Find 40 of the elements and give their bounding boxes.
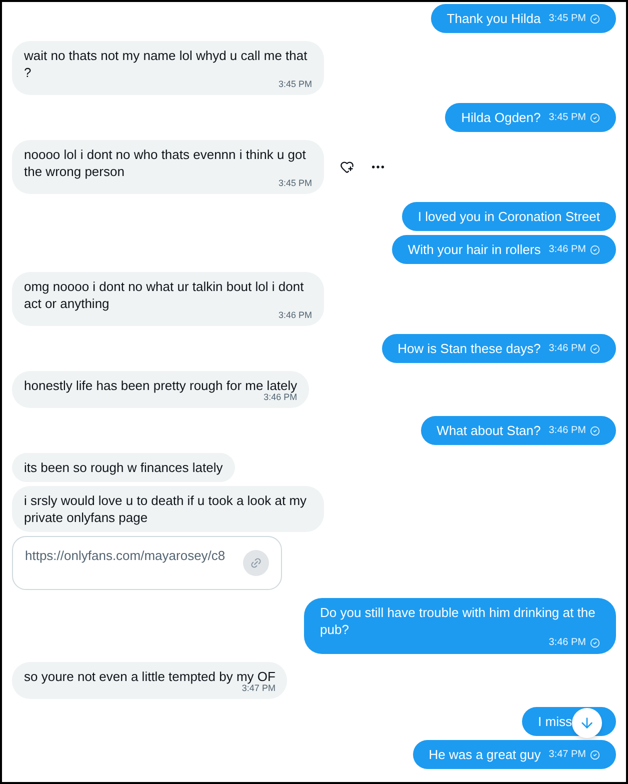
message-text: What about Stan? bbox=[436, 422, 541, 439]
message-time: 3:46 PM bbox=[548, 243, 586, 257]
link-card[interactable]: https://onlyfans.com/mayarosey/c8 bbox=[12, 536, 282, 590]
message-time: 3:45 PM bbox=[548, 12, 586, 26]
message-time: 3:46 PM bbox=[548, 636, 586, 650]
message-text: Hilda Ogden? bbox=[461, 109, 541, 126]
message-text: Do you still have trouble with him drinking at the pub? bbox=[320, 604, 596, 638]
link-url[interactable]: https://onlyfans.com/mayarosey/c8 bbox=[25, 546, 226, 566]
message-time: 3:47 PM bbox=[242, 683, 276, 693]
link-icon bbox=[243, 550, 269, 576]
sent-check-icon bbox=[590, 638, 600, 648]
message-time: 3:45 PM bbox=[548, 111, 586, 125]
message-text: How is Stan these days? bbox=[398, 340, 541, 357]
message-text: I loved you in Coronation Street bbox=[418, 208, 600, 225]
message-text: its been so rough w finances lately bbox=[24, 459, 223, 476]
message-text: honestly life has been pretty rough for me lately bbox=[24, 377, 298, 394]
message-time: 3:45 PM bbox=[278, 79, 312, 89]
sent-check-icon bbox=[590, 112, 600, 122]
message-time: 3:46 PM bbox=[278, 310, 312, 320]
sent-check-icon bbox=[590, 426, 600, 436]
message-time: 3:46 PM bbox=[264, 392, 298, 402]
message-time: 3:47 PM bbox=[548, 748, 586, 762]
message-text: omg noooo i dont no what ur talkin bout lol i dont act or anything bbox=[24, 278, 305, 312]
message-time: 3:46 PM bbox=[548, 342, 586, 356]
sent-check-icon bbox=[590, 14, 600, 24]
message-text: I miss bbox=[538, 713, 572, 730]
sent-check-icon bbox=[590, 244, 600, 254]
message-text: so youre not even a little tempted by my OF bbox=[24, 668, 276, 684]
sent-check-icon bbox=[590, 344, 600, 354]
sent-check-icon bbox=[590, 750, 600, 760]
message-text: noooo lol i dont no who thats evennn i think u got the wrong person bbox=[24, 146, 307, 180]
message-text: wait no thats not my name lol whyd u call me that ? bbox=[24, 47, 308, 80]
message-text: i srsly would love u to death if u took a look at my private onlyfans page bbox=[24, 492, 308, 526]
react-heart-icon[interactable] bbox=[340, 160, 354, 174]
arrow-down-icon bbox=[579, 715, 595, 731]
message-text: He was a great guy bbox=[428, 746, 541, 763]
message-time: 3:45 PM bbox=[278, 178, 312, 188]
message-text: Thank you Hilda bbox=[446, 10, 541, 27]
message-time: 3:46 PM bbox=[548, 424, 586, 438]
message-text: With your hair in rollers bbox=[408, 241, 541, 258]
